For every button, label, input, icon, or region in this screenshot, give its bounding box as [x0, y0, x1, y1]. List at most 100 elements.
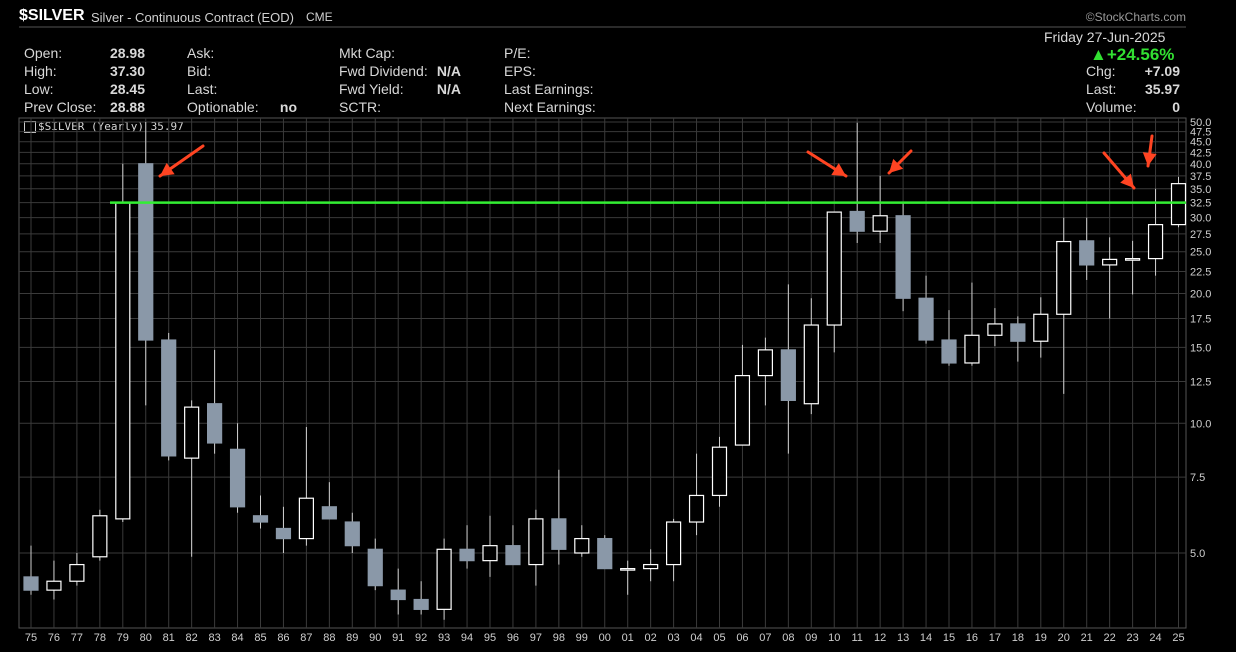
candle-body: [69, 563, 85, 582]
y-tick-label: 17.5: [1190, 314, 1211, 326]
y-tick-label: 40.0: [1190, 159, 1211, 171]
candle-body: [872, 215, 888, 232]
candle-body: [849, 210, 865, 232]
x-tick-label: 86: [277, 632, 289, 644]
x-tick-label: 87: [300, 632, 312, 644]
candle-body: [505, 545, 521, 566]
x-tick-label: 81: [163, 632, 175, 644]
x-tick-label: 13: [897, 632, 909, 644]
y-tick-label: 5.0: [1190, 548, 1205, 560]
x-tick-label: 01: [622, 632, 634, 644]
x-tick-label: 90: [369, 632, 381, 644]
y-tick-label: 20.0: [1190, 289, 1211, 301]
candle-body: [413, 598, 429, 610]
x-tick-label: 11: [851, 632, 862, 644]
x-tick-label: 95: [484, 632, 496, 644]
x-tick-label: 16: [966, 632, 978, 644]
x-tick-label: 78: [94, 632, 106, 644]
candle-body: [275, 527, 292, 540]
candle-body: [620, 568, 636, 571]
candle-body: [964, 334, 980, 364]
candle-body: [138, 163, 154, 341]
y-tick-label: 35.0: [1190, 184, 1211, 196]
x-tick-label: 15: [943, 632, 955, 644]
candle-body: [1056, 240, 1072, 315]
x-tick-label: 08: [782, 632, 794, 644]
y-tick-label: 30.0: [1190, 213, 1211, 225]
x-tick-label: 21: [1081, 632, 1093, 644]
candle-body: [1102, 258, 1118, 266]
x-tick-label: 24: [1149, 632, 1161, 644]
x-tick-label: 80: [140, 632, 152, 644]
x-tick-label: 82: [186, 632, 198, 644]
x-tick-label: 85: [254, 632, 266, 644]
x-tick-label: 93: [438, 632, 450, 644]
candle-body: [918, 297, 934, 341]
candle-body: [252, 515, 269, 523]
candle-body: [826, 211, 842, 326]
x-tick-label: 91: [392, 632, 404, 644]
x-tick-label: 89: [346, 632, 358, 644]
x-tick-label: 18: [1012, 632, 1024, 644]
candle-body: [390, 589, 406, 601]
x-tick-label: 98: [553, 632, 565, 644]
x-tick-label: 77: [71, 632, 83, 644]
candle-body: [1124, 258, 1141, 261]
x-tick-label: 06: [736, 632, 748, 644]
x-tick-label: 96: [507, 632, 519, 644]
x-tick-label: 02: [645, 632, 657, 644]
candle-body: [482, 545, 498, 562]
candle-body: [780, 349, 796, 401]
candle-body: [803, 324, 819, 405]
candle-body: [23, 576, 39, 591]
candle-body: [734, 374, 751, 446]
candle-body: [184, 406, 200, 459]
x-tick-label: 75: [25, 632, 37, 644]
y-tick-label: 12.5: [1190, 376, 1211, 388]
candle-body: [688, 494, 705, 523]
candle-body: [298, 497, 314, 540]
x-tick-label: 99: [576, 632, 588, 644]
candle-body: [436, 548, 452, 610]
candle-body: [528, 518, 544, 566]
y-tick-label: 25.0: [1190, 247, 1211, 259]
x-tick-label: 79: [117, 632, 129, 644]
candle-body: [46, 580, 62, 591]
candle-body: [711, 446, 728, 497]
x-tick-label: 04: [690, 632, 702, 644]
x-tick-label: 14: [920, 632, 932, 644]
x-tick-label: 07: [759, 632, 771, 644]
candle-body: [161, 339, 177, 457]
candle-body: [1033, 313, 1049, 342]
x-tick-label: 19: [1035, 632, 1047, 644]
candle-body: [115, 202, 131, 520]
candle-body: [1010, 323, 1026, 342]
x-tick-label: 76: [48, 632, 60, 644]
candle-body: [895, 215, 911, 299]
x-tick-label: 12: [874, 632, 886, 644]
x-tick-label: 84: [231, 632, 243, 644]
x-tick-label: 23: [1126, 632, 1138, 644]
candle-body: [551, 518, 567, 550]
candle-body: [574, 537, 590, 554]
annotation-arrow-head: [160, 162, 175, 176]
candle-body: [757, 349, 774, 377]
candlestick-chart: 5.0 7.5 10.0 12.5 15.0 17.5 20.0 22.5 25.0 27.5 30…: [18, 26, 1211, 644]
y-tick-label: 42.5: [1190, 147, 1211, 159]
x-tick-label: 05: [713, 632, 725, 644]
x-tick-label: 94: [461, 632, 473, 644]
x-tick-label: 25: [1172, 632, 1184, 644]
candle-body: [643, 563, 659, 570]
x-tick-label: 92: [415, 632, 427, 644]
candle-body: [92, 515, 108, 558]
candle-body: [1147, 224, 1164, 260]
y-tick-label: 7.5: [1190, 472, 1205, 484]
candle-body: [344, 521, 360, 547]
candle-body: [321, 506, 337, 520]
y-tick-label: 10.0: [1190, 418, 1211, 430]
candle-body: [367, 548, 383, 587]
y-tick-label: 15.0: [1190, 342, 1211, 354]
candle-body: [597, 537, 613, 570]
y-tick-label: 22.5: [1190, 266, 1211, 278]
candle-body: [459, 548, 475, 562]
